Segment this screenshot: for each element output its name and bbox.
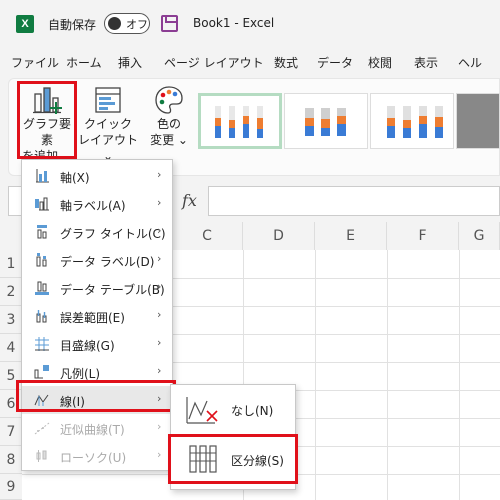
- tab-home[interactable]: ホーム: [66, 54, 102, 71]
- highlight-lines-item: [16, 380, 176, 412]
- menu-item-error-bars[interactable]: 誤差範囲(E) ›: [22, 302, 172, 330]
- excel-logo-icon: X: [16, 15, 34, 33]
- gridline: [315, 250, 316, 500]
- highlight-add-chart-element: [17, 81, 77, 159]
- tab-insert[interactable]: 挿入: [118, 54, 142, 71]
- highlight-series-lines-item: [168, 434, 298, 484]
- change-colors-label-2: 変更 ⌄: [150, 133, 188, 147]
- menu-item-axis-titles[interactable]: 軸ラベル(A) ›: [22, 190, 172, 218]
- menu-item-label: データ ラベル(D): [60, 255, 155, 269]
- document-title: Book1 - Excel: [193, 16, 275, 30]
- row-header[interactable]: 3: [0, 306, 22, 334]
- trendline-icon: [34, 422, 50, 435]
- title-bar: X 自動保存 オフ Book1 - Excel: [0, 0, 500, 48]
- axis-title-icon: [35, 197, 49, 211]
- row-header[interactable]: 1: [0, 250, 22, 278]
- chevron-right-icon: ›: [157, 168, 162, 181]
- select-all-corner[interactable]: [0, 222, 22, 250]
- tab-view[interactable]: 表示: [414, 54, 438, 71]
- submenu-item-none[interactable]: なし(N): [171, 387, 295, 431]
- column-header-c[interactable]: C: [172, 222, 243, 250]
- menu-item-label: ローソク(U): [60, 451, 127, 465]
- chevron-right-icon: ›: [157, 448, 162, 461]
- tab-formulas[interactable]: 数式: [274, 54, 298, 71]
- menu-item-axes[interactable]: 軸(X) ›: [22, 162, 172, 190]
- axes-icon: [36, 169, 49, 183]
- change-colors-label-1: 色の: [156, 117, 181, 131]
- menu-item-label: 近似曲線(T): [60, 423, 125, 437]
- menu-item-chart-title[interactable]: グラフ タイトル(C) ›: [22, 218, 172, 246]
- gridlines-icon: [35, 337, 49, 351]
- autosave-toggle[interactable]: オフ: [104, 13, 150, 34]
- insert-function-icon[interactable]: fx: [182, 191, 197, 210]
- gridline: [459, 250, 460, 500]
- chart-styles-gallery: [198, 93, 500, 149]
- menu-item-gridlines[interactable]: 目盛線(G) ›: [22, 330, 172, 358]
- row-header[interactable]: 2: [0, 278, 22, 306]
- row-header[interactable]: 4: [0, 334, 22, 362]
- menu-item-label: 誤差範囲(E): [60, 311, 125, 325]
- column-header-g[interactable]: G: [459, 222, 500, 250]
- autosave-state: オフ: [126, 17, 148, 31]
- chevron-right-icon: ›: [157, 196, 162, 209]
- tab-file[interactable]: ファイル: [11, 54, 59, 71]
- tab-help[interactable]: ヘル: [458, 54, 482, 71]
- autosave-label: 自動保存: [48, 18, 97, 32]
- chevron-right-icon: ›: [157, 420, 162, 433]
- menu-item-data-table[interactable]: データ テーブル(B) ›: [22, 274, 172, 302]
- no-lines-icon: [186, 397, 218, 424]
- column-header-d[interactable]: D: [243, 222, 315, 250]
- quick-layout-label-1: クイック: [83, 117, 132, 131]
- menu-item-label: 軸(X): [60, 171, 90, 185]
- submenu-item-label: なし(N): [231, 404, 274, 418]
- up-down-bars-icon: [36, 450, 47, 462]
- row-header[interactable]: 7: [0, 418, 22, 446]
- chevron-right-icon: ›: [157, 224, 162, 237]
- ribbon-tabs: ファイル ホーム 挿入 ページ レイアウト 数式 データ 校閲 表示 ヘル: [0, 48, 500, 76]
- gridline: [387, 250, 388, 500]
- menu-item-up-down-bars: ローソク(U) ›: [22, 442, 172, 470]
- toggle-knob: [108, 17, 121, 30]
- menu-item-label: データ テーブル(B): [60, 283, 165, 297]
- column-header-e[interactable]: E: [315, 222, 387, 250]
- quick-layout-icon: [95, 87, 121, 113]
- column-header-f[interactable]: F: [387, 222, 459, 250]
- chart-style-thumb[interactable]: [198, 93, 282, 149]
- chart-title-icon: [37, 225, 47, 239]
- chevron-right-icon: ›: [157, 364, 162, 377]
- save-icon[interactable]: [161, 15, 178, 32]
- menu-item-label: グラフ タイトル(C): [60, 227, 166, 241]
- chevron-right-icon: ›: [157, 308, 162, 321]
- menu-item-label: 軸ラベル(A): [60, 199, 126, 213]
- chevron-right-icon: ›: [157, 336, 162, 349]
- legend-icon: [34, 365, 49, 379]
- tab-data[interactable]: データ: [317, 54, 353, 71]
- error-bars-icon: [36, 310, 47, 323]
- menu-item-trendline: 近似曲線(T) ›: [22, 414, 172, 442]
- add-chart-element-menu: 軸(X) › 軸ラベル(A) › グラフ タイトル(C) › データ ラベル(D…: [21, 159, 173, 471]
- row-header[interactable]: 8: [0, 446, 22, 474]
- chevron-right-icon: ›: [157, 280, 162, 293]
- formula-input[interactable]: [208, 186, 500, 216]
- chevron-right-icon: ›: [157, 252, 162, 265]
- chart-style-thumb[interactable]: [370, 93, 454, 149]
- menu-item-label: 目盛線(G): [60, 339, 115, 353]
- menu-item-data-labels[interactable]: データ ラベル(D) ›: [22, 246, 172, 274]
- row-header[interactable]: 9: [0, 474, 22, 500]
- color-palette-icon: [155, 86, 183, 114]
- tab-page-layout[interactable]: ページ レイアウト: [164, 54, 264, 71]
- data-labels-icon: [36, 253, 47, 267]
- change-colors-button[interactable]: 色の 変更 ⌄: [146, 84, 192, 156]
- tab-review[interactable]: 校閲: [368, 54, 392, 71]
- data-table-icon: [35, 281, 49, 295]
- chart-style-thumb[interactable]: [284, 93, 368, 149]
- quick-layout-button[interactable]: クイック レイアウト ⌄: [78, 84, 138, 163]
- chart-style-thumb[interactable]: [456, 93, 500, 149]
